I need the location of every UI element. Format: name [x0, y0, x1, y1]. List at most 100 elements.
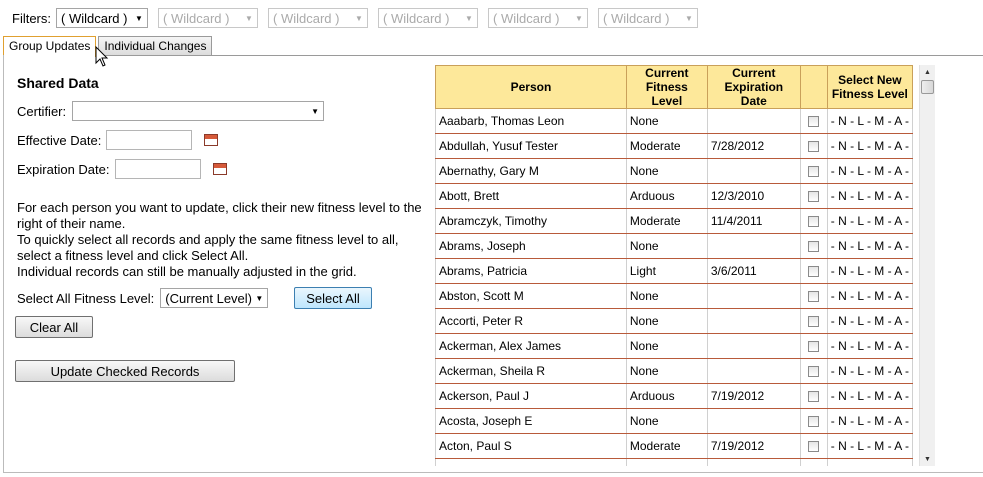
row-checkbox[interactable] — [808, 316, 820, 328]
new-level-options[interactable]: - N - L - M - A - — [827, 208, 914, 234]
chevron-down-icon: ▼ — [355, 13, 363, 23]
new-level-options[interactable]: - N - L - M - A - — [827, 308, 914, 334]
new-level-options[interactable]: - N - L - M - A - — [827, 158, 914, 184]
filters-bar: Filters: ( Wildcard ) ▼ ( Wildcard ) ▼ ( W… — [12, 7, 708, 29]
clear-all-button[interactable]: Clear All — [15, 316, 93, 338]
scroll-thumb[interactable] — [921, 80, 934, 94]
select-all-button[interactable]: Select All — [294, 287, 372, 309]
table-row: Abrams, Patricia Light 3/6/2011 - N - L - M… — [435, 258, 914, 284]
row-checkbox[interactable] — [808, 341, 820, 353]
row-checkbox[interactable] — [808, 441, 820, 453]
row-checkbox-cell — [800, 433, 828, 459]
row-checkbox[interactable] — [808, 166, 820, 178]
chevron-down-icon: ▼ — [685, 13, 693, 23]
row-checkbox[interactable] — [808, 216, 820, 228]
expiration-date-cell — [707, 158, 801, 184]
chevron-down-icon: ▼ — [465, 13, 473, 23]
scroll-up-icon[interactable]: ▲ — [920, 65, 935, 79]
new-level-options[interactable]: - N - L - M - A - — [827, 283, 914, 309]
scroll-down-icon[interactable]: ▼ — [920, 452, 935, 466]
certifier-row: Certifier: ▼ — [17, 101, 325, 121]
row-checkbox-cell — [800, 358, 828, 384]
table-row: Ackerman, Alex James None - N - L - M - A … — [435, 333, 914, 359]
fitness-table: Person Current Fitness Level Current Exp… — [435, 65, 914, 466]
table-header-row: Person Current Fitness Level Current Exp… — [435, 65, 914, 109]
effective-date-label: Effective Date: — [17, 132, 102, 148]
person-cell: Abston, Scott M — [435, 283, 627, 309]
row-checkbox[interactable] — [808, 266, 820, 278]
row-checkbox[interactable] — [808, 141, 820, 153]
row-checkbox[interactable] — [808, 241, 820, 253]
column-header-expiration[interactable]: Current Expiration Date — [706, 65, 801, 109]
row-checkbox[interactable] — [808, 191, 820, 203]
current-level-cell: Light — [626, 258, 708, 284]
select-all-fitness-select[interactable]: (Current Level) ▼ — [160, 288, 269, 308]
grid-scrollbar[interactable]: ▲ ▼ — [919, 65, 935, 466]
table-row: Abernathy, Gary M None - N - L - M - A - — [435, 158, 914, 184]
filter-select-1[interactable]: ( Wildcard ) ▼ — [56, 8, 148, 28]
row-checkbox[interactable] — [808, 366, 820, 378]
filter-select-2[interactable]: ( Wildcard ) ▼ — [158, 8, 258, 28]
current-level-cell: None — [626, 158, 708, 184]
row-checkbox[interactable] — [808, 116, 820, 128]
new-level-options[interactable]: - N - L - M - A - — [827, 358, 914, 384]
new-level-options[interactable]: - N - L - M - A - — [827, 333, 914, 359]
shared-data-heading: Shared Data — [17, 75, 99, 91]
filter-select-5[interactable]: ( Wildcard ) ▼ — [488, 8, 588, 28]
person-cell: Abernathy, Gary M — [435, 158, 627, 184]
calendar-icon[interactable] — [212, 163, 227, 175]
current-level-cell: None — [626, 308, 708, 334]
current-level-cell: Moderate — [626, 433, 708, 459]
column-header-new-level[interactable]: Select New Fitness Level — [826, 65, 914, 109]
row-checkbox-cell — [800, 108, 828, 134]
expiration-date-cell — [707, 333, 801, 359]
column-header-person[interactable]: Person — [435, 65, 627, 109]
expiration-date-input[interactable] — [114, 159, 201, 179]
current-level-cell: Arduous — [626, 458, 708, 466]
row-checkbox-cell — [800, 158, 828, 184]
calendar-icon[interactable] — [204, 134, 219, 146]
mouse-cursor-icon — [95, 46, 109, 67]
current-level-cell: Arduous — [626, 383, 708, 409]
new-level-options[interactable]: - N - L - M - A - — [827, 133, 914, 159]
row-checkbox[interactable] — [808, 291, 820, 303]
update-checked-records-button[interactable]: Update Checked Records — [15, 360, 235, 382]
table-row: Acton, Paul S Moderate 7/19/2012 - N - L - … — [435, 433, 914, 459]
new-level-options[interactable]: - N - L - M - A - — [827, 183, 914, 209]
table-row: Abramczyk, Timothy Moderate 11/4/2011 - N -… — [435, 208, 914, 234]
person-cell: Abrams, Patricia — [435, 258, 627, 284]
filter-select-6[interactable]: ( Wildcard ) ▼ — [598, 8, 698, 28]
new-level-options[interactable]: - N - L - M - A - — [827, 108, 914, 134]
expiration-date-cell: 11/4/2011 — [707, 208, 801, 234]
certifier-select[interactable]: ▼ — [72, 101, 325, 121]
current-level-cell: None — [626, 333, 708, 359]
select-all-fitness-label: Select All Fitness Level: — [17, 290, 155, 306]
row-checkbox-cell — [800, 283, 828, 309]
effective-date-row: Effective Date: — [17, 130, 219, 150]
new-level-options[interactable]: - N - L - M - A - — [827, 433, 914, 459]
expiration-date-cell — [707, 233, 801, 259]
effective-date-input[interactable] — [106, 130, 193, 150]
expiration-date-cell: 1/28/2011 — [707, 458, 801, 466]
person-cell: Accorti, Peter R — [435, 308, 627, 334]
new-level-options[interactable]: - N - L - M - A - — [827, 408, 914, 434]
tab-group-updates[interactable]: Group Updates — [3, 36, 97, 57]
new-level-options[interactable]: - N - L - M - A - — [827, 383, 914, 409]
filter-select-3[interactable]: ( Wildcard ) ▼ — [268, 8, 368, 28]
person-cell: Ackerson, Paul J — [435, 383, 627, 409]
expiration-date-cell: 7/19/2012 — [707, 433, 801, 459]
tab-individual-changes[interactable]: Individual Changes — [98, 36, 213, 55]
row-checkbox-cell — [800, 233, 828, 259]
row-checkbox[interactable] — [808, 391, 820, 403]
filters-label: Filters: — [12, 10, 51, 26]
table-row: Abott, Brett Arduous 12/3/2010 - N - L - M … — [435, 183, 914, 209]
column-header-current-level[interactable]: Current Fitness Level — [625, 65, 708, 109]
new-level-options[interactable]: - N - L - M - A - — [827, 458, 914, 466]
new-level-options[interactable]: - N - L - M - A - — [827, 233, 914, 259]
person-cell: Aaabarb, Thomas Leon — [435, 108, 627, 134]
new-level-options[interactable]: - N - L - M - A - — [827, 258, 914, 284]
person-cell: Ackerman, Sheila R — [435, 358, 627, 384]
current-level-cell: None — [626, 358, 708, 384]
filter-select-4[interactable]: ( Wildcard ) ▼ — [378, 8, 478, 28]
row-checkbox[interactable] — [808, 416, 820, 428]
